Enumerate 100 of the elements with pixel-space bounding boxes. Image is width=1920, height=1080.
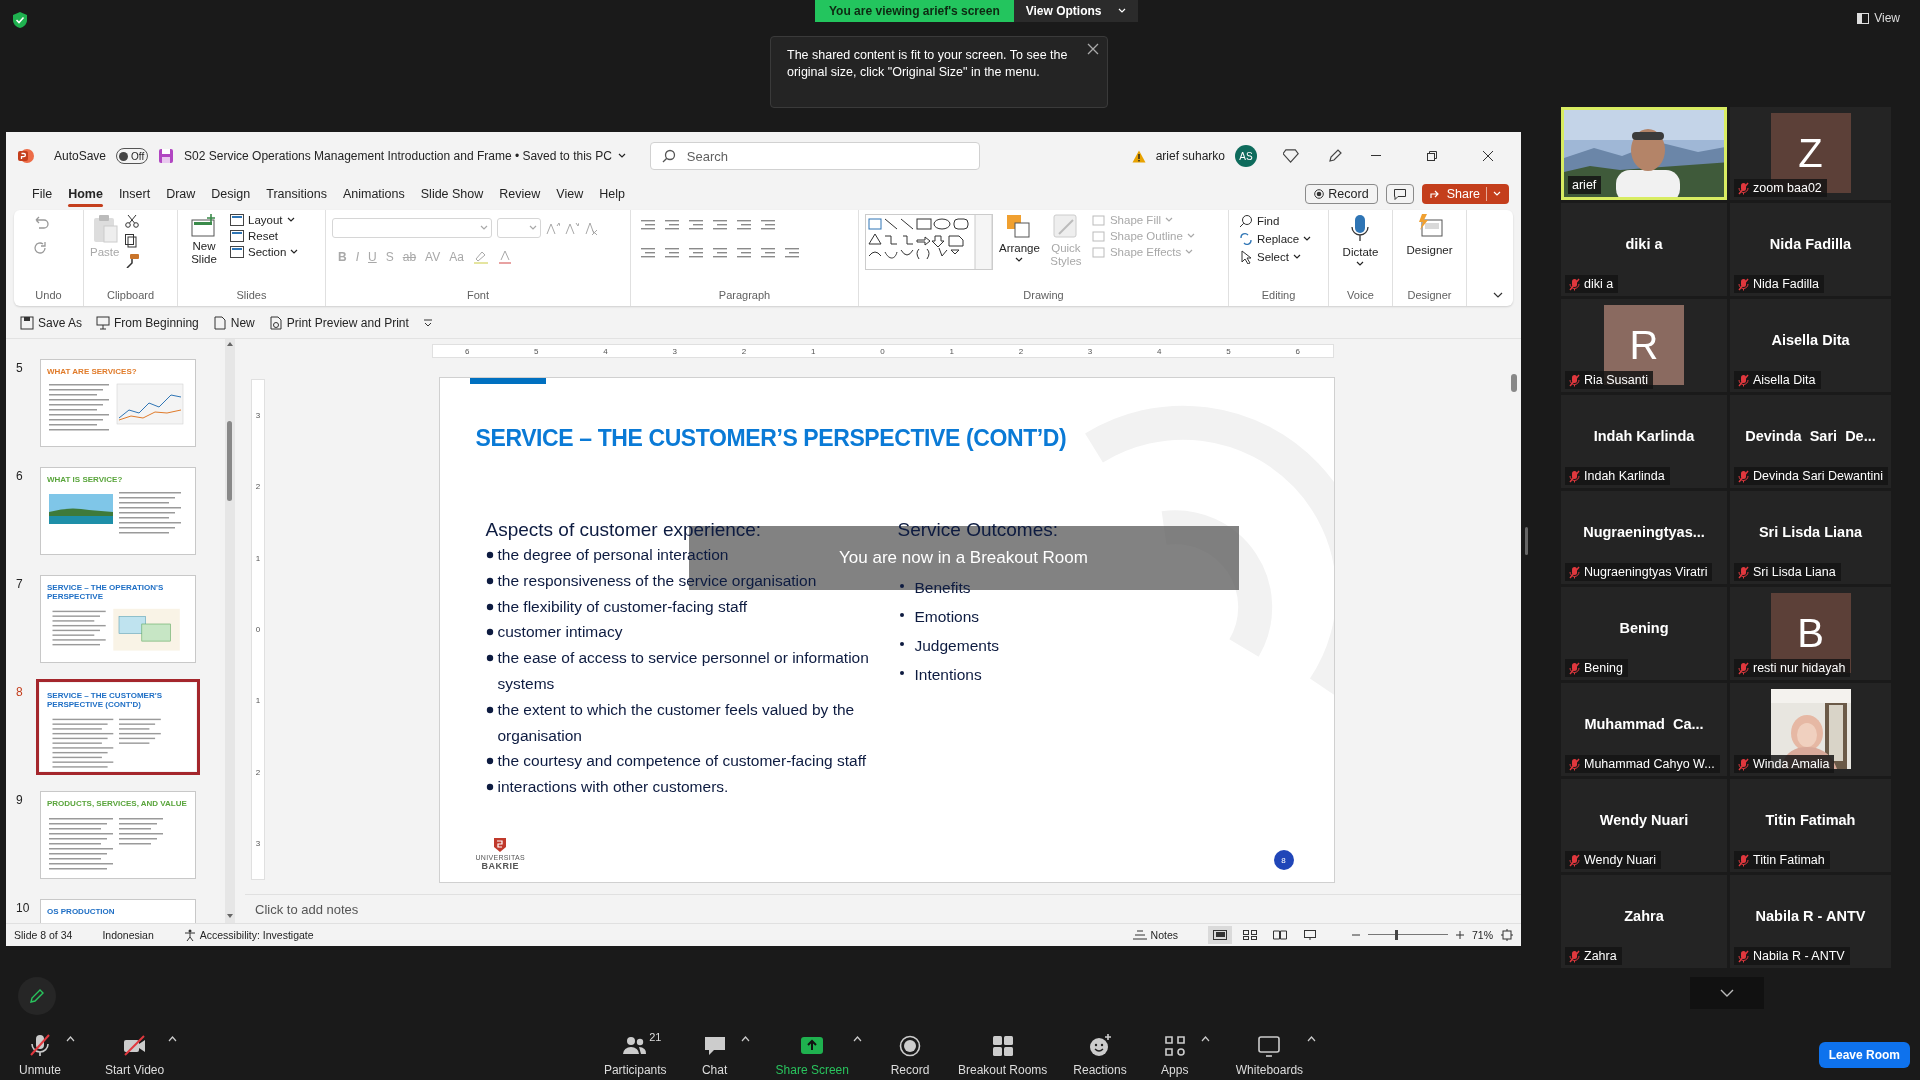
zoom-percent: 71% (1472, 929, 1493, 941)
slide-thumbnail[interactable]: SERVICE – THE OPERATION'S PERSPECTIVE (40, 575, 196, 663)
slide-thumbnail[interactable]: OS PRODUCTION (40, 899, 196, 923)
participant-name-label: Muhammad Cahyo W... (1565, 755, 1720, 773)
thumbnail-title: SERVICE – THE CUSTOMER'S PERSPECTIVE (CONT'D) (47, 691, 163, 709)
screen-share-banner: You are viewing arief's screen (815, 0, 1014, 22)
participant-name-label: Zahra (1565, 947, 1622, 965)
bullet-text: Judgements (914, 636, 999, 656)
participant-display-name: Sri Lisda Liana (1758, 523, 1863, 540)
toolbar-button[interactable]: Breakout Rooms (958, 1033, 1048, 1077)
bullet-text: the courtesy and competence of customer-facing staff (497, 751, 866, 772)
participant-name-label: Aisella Dita (1734, 371, 1821, 389)
toolbar-button[interactable]: Apps (1152, 1033, 1197, 1077)
bullet-text: Intentions (914, 665, 982, 685)
quick-access-button[interactable]: Print Preview and Print (268, 316, 409, 330)
participant-name-label: Sri Lisda Liana (1734, 563, 1841, 581)
participant-name-label: Nabila R - ANTV (1734, 947, 1850, 965)
menu-tab[interactable]: Home (60, 183, 111, 205)
menu-tab[interactable]: Animations (334, 183, 413, 205)
editing-button[interactable]: Select (1239, 250, 1312, 264)
participant-display-name: Aisella Dita (1771, 331, 1850, 348)
new-slide-button[interactable]: New Slide (184, 214, 224, 266)
dictate-button[interactable]: Dictate (1342, 214, 1379, 267)
ribbon-group-label: Designer (1406, 289, 1453, 303)
slide-number: 8 (16, 684, 24, 699)
quick-access-button[interactable]: Save As (20, 316, 83, 330)
participant-name-label: arief (1568, 176, 1602, 194)
quick-access-button[interactable]: New (212, 316, 255, 330)
participant-name-label: Winda Amalia (1734, 755, 1835, 773)
accessibility-button[interactable]: Accessibility: Investigate (183, 929, 314, 941)
leave-room-button[interactable]: Leave Room (1818, 1042, 1910, 1068)
slide-title: SERVICE – THE CUSTOMER’S PERSPECTIVE (CONT’D) (475, 424, 1068, 453)
arrange-button[interactable]: Arrange (999, 214, 1040, 263)
participant-name-label: Titin Fatimah (1734, 851, 1830, 869)
toolbar-button[interactable]: Share Screen (775, 1033, 849, 1077)
participant-display-name: diki a (1625, 235, 1663, 252)
toolbar-button[interactable]: Record (888, 1033, 932, 1077)
menu-tab[interactable]: Transitions (258, 183, 335, 205)
thumbnail-title: SERVICE – THE OPERATION'S PERSPECTIVE (47, 583, 165, 601)
participant-display-name: Wendy Nuari (1599, 811, 1689, 828)
ribbon-group-label: Drawing (1022, 289, 1065, 303)
participant-name-label: zoom baa02 (1734, 179, 1827, 197)
horizontal-ruler: 6 5 4 3 2 1 0 1 2 3 4 5 6 (431, 344, 1334, 358)
toolbar-button[interactable]: Participants 21 (603, 1033, 667, 1077)
slides-menu-button[interactable]: Layout (230, 214, 299, 226)
editing-button[interactable]: Replace (1239, 232, 1312, 246)
document-title[interactable]: S02 Service Operations Management Introduction and Frame • Saved to this PC (184, 149, 626, 163)
ribbon-group-label: Slides (235, 289, 268, 303)
menu-tab[interactable]: Slide Show (412, 183, 492, 205)
autosave-label: AutoSave (54, 149, 107, 163)
toolbar-button[interactable]: Chat (692, 1033, 737, 1077)
menu-tab[interactable]: Help (591, 183, 633, 205)
menu-tab[interactable]: File (24, 183, 61, 205)
toolbar-button[interactable]: Unmute (18, 1033, 62, 1077)
slide-number: 10 (16, 900, 30, 915)
bullet-text: interactions with other customers. (497, 777, 729, 798)
thumbnail-title: OS PRODUCTION (47, 907, 116, 916)
menu-tab[interactable]: Draw (158, 183, 204, 205)
search-field[interactable]: Search (649, 142, 980, 170)
participant-name-label: Nida Fadilla (1734, 275, 1824, 293)
view-options-button[interactable]: View Options (1013, 0, 1138, 22)
menu-tab[interactable]: Insert (110, 183, 159, 205)
view-button[interactable]: View (1851, 10, 1906, 26)
user-avatar[interactable]: AS (1235, 145, 1257, 167)
designer-button[interactable]: Designer (1406, 214, 1453, 257)
participant-display-name: Muhammad Ca... (1584, 715, 1704, 732)
record-button[interactable]: Record (1305, 184, 1378, 204)
menu-tab[interactable]: View (548, 183, 592, 205)
bullet-text: Emotions (914, 607, 980, 627)
slide-number: 7 (16, 576, 24, 591)
participant-name-label: diki a (1565, 275, 1619, 293)
participant-name-label: Ria Susanti (1565, 371, 1653, 389)
notice-text: The shared content is fit to your screen. To see the original size, click "Original Size" in the menu. (787, 48, 1068, 79)
slides-menu-button[interactable]: Reset (230, 230, 299, 242)
participant-name-label: Bening (1565, 659, 1628, 677)
participant-display-name: Nabila R - ANTV (1755, 907, 1866, 924)
participant-display-name: Nida Fadilla (1769, 235, 1852, 252)
menu-tab[interactable]: Review (491, 183, 549, 205)
share-button[interactable]: Share (1421, 184, 1509, 204)
thumbnail-title: PRODUCTS, SERVICES, AND VALUE (47, 799, 188, 808)
quick-access-button[interactable]: From Beginning (96, 316, 199, 330)
ribbon-group-label: Voice (1346, 289, 1375, 303)
participant-name-label: Devinda Sari Dewantini (1734, 467, 1888, 485)
slides-menu-button[interactable]: Section (230, 246, 299, 258)
ribbon-group-label: Editing (1260, 289, 1297, 303)
toolbar-button[interactable]: Reactions (1073, 1033, 1127, 1077)
slide-number: 5 (16, 360, 24, 375)
notes-button[interactable]: Notes (1132, 929, 1178, 941)
participant-name-label: Nugraeningtyas Viratri (1565, 563, 1713, 581)
editing-button[interactable]: Find (1239, 214, 1312, 228)
participant-display-name: Nugraeningtyas... (1583, 523, 1705, 540)
logo-text: BAKRIE (481, 862, 519, 870)
participant-count: 21 (649, 1031, 662, 1043)
toolbar-button[interactable]: Start Video (105, 1033, 165, 1077)
menu-tab[interactable]: Design (203, 183, 259, 205)
participant-name-label: Wendy Nuari (1565, 851, 1662, 869)
slide-number: 6 (16, 468, 24, 483)
participant-display-name: Indah Karlinda (1593, 427, 1695, 444)
language-label: Indonesian (102, 929, 154, 941)
toolbar-button[interactable]: Whiteboards (1235, 1033, 1304, 1077)
